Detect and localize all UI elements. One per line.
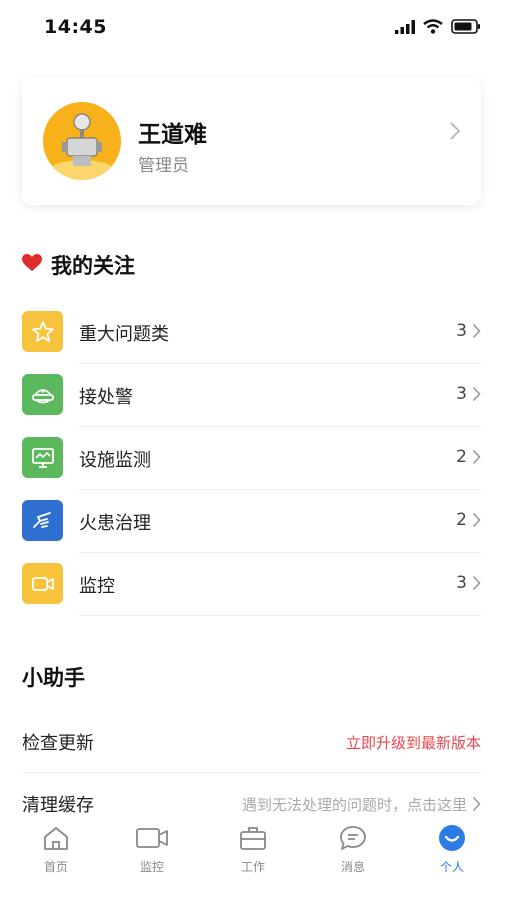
clear-cache-hint: 遇到无法处理的问题时，点击这里 <box>241 796 467 814</box>
alarm-icon <box>22 374 63 415</box>
chevron-right-icon <box>472 512 481 532</box>
chevron-right-icon <box>472 386 481 406</box>
monitor-icon <box>22 437 63 478</box>
check-update-label: 检查更新 <box>22 733 94 754</box>
signal-icon <box>395 19 415 38</box>
tab-monitor[interactable]: 监控 <box>112 823 192 879</box>
status-bar: 14:45 <box>0 0 507 56</box>
fav-item-label: 接处警 <box>79 387 133 408</box>
fav-item-label: 监控 <box>79 576 115 597</box>
tab-label: 个人 <box>439 860 464 874</box>
fav-item-major-issues[interactable]: 重大问题类 3 <box>22 301 481 364</box>
tab-label: 消息 <box>340 860 365 874</box>
briefcase-icon <box>213 823 293 853</box>
tab-work[interactable]: 工作 <box>213 823 293 879</box>
tab-label: 工作 <box>240 860 265 874</box>
favorites-title-text: 我的关注 <box>51 254 135 278</box>
wifi-icon <box>423 19 443 38</box>
chevron-right-icon <box>472 323 481 343</box>
status-icons <box>395 18 481 38</box>
profile-role: 管理员 <box>138 156 189 176</box>
check-update-link[interactable]: 立即升级到最新版本 <box>346 732 481 753</box>
fav-item-count: 3 <box>456 573 467 593</box>
person-icon <box>412 823 492 853</box>
status-time: 14:45 <box>44 16 107 38</box>
fav-item-label: 设施监测 <box>79 450 151 471</box>
camera-icon <box>22 563 63 604</box>
chevron-right-icon <box>472 796 481 816</box>
chevron-right-icon <box>472 449 481 469</box>
message-icon <box>313 823 393 853</box>
hydrant-avatar-icon <box>48 113 116 180</box>
tab-profile[interactable]: 个人 <box>412 823 492 879</box>
profile-card[interactable]: 王道难 管理员 <box>22 77 481 205</box>
tab-label: 首页 <box>43 860 68 874</box>
heart-icon <box>22 253 42 277</box>
avatar <box>43 102 121 180</box>
fav-item-label: 火患治理 <box>79 513 151 534</box>
star-icon <box>22 311 63 352</box>
divider <box>79 615 481 616</box>
helper-title-text: 小助手 <box>22 666 85 690</box>
fav-item-facility-monitoring[interactable]: 设施监测 2 <box>22 427 481 490</box>
chevron-right-icon <box>449 121 461 145</box>
battery-icon <box>451 19 481 38</box>
helper-title: 小助手 <box>22 662 85 692</box>
fav-item-dispatch[interactable]: 接处警 3 <box>22 364 481 427</box>
fav-item-count: 2 <box>456 510 467 530</box>
clear-cache-label: 清理缓存 <box>22 795 94 816</box>
tab-messages[interactable]: 消息 <box>313 823 393 879</box>
bottom-tab-bar: 首页 监控 工作 消息 个人 <box>0 815 507 885</box>
tab-label: 监控 <box>139 860 164 874</box>
video-icon <box>112 823 192 853</box>
fav-item-count: 2 <box>456 447 467 467</box>
favorites-title: 我的关注 <box>22 250 135 280</box>
hand-icon <box>22 500 63 541</box>
profile-name: 王道难 <box>138 122 207 148</box>
fav-item-count: 3 <box>456 321 467 341</box>
fav-item-label: 重大问题类 <box>79 324 169 345</box>
tab-home[interactable]: 首页 <box>16 823 96 879</box>
fav-item-surveillance[interactable]: 监控 3 <box>22 553 481 616</box>
home-icon <box>16 823 96 853</box>
check-update-row[interactable]: 检查更新 立即升级到最新版本 <box>22 711 481 773</box>
fav-item-count: 3 <box>456 384 467 404</box>
fav-item-fire-hazard[interactable]: 火患治理 2 <box>22 490 481 553</box>
chevron-right-icon <box>472 575 481 595</box>
